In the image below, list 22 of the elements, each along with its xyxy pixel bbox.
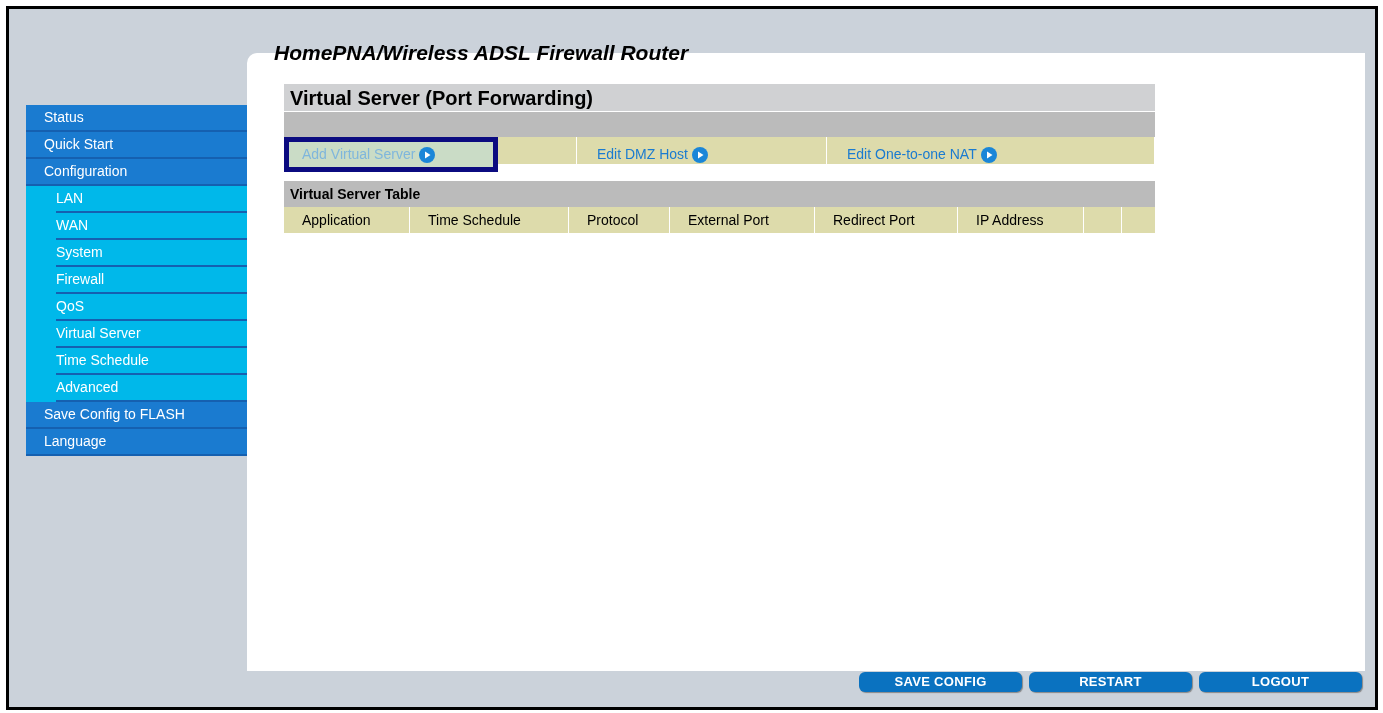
column-header: Application (284, 207, 410, 233)
page-title: Virtual Server (Port Forwarding) (284, 84, 1155, 111)
footer-button[interactable]: LOGOUT (1199, 672, 1362, 692)
action-link[interactable]: Edit One-to-one NAT (827, 137, 997, 172)
footer-button[interactable]: SAVE CONFIG (859, 672, 1022, 692)
column-header: Time Schedule (410, 207, 569, 233)
column-header: Redirect Port (815, 207, 958, 233)
play-icon (692, 146, 708, 163)
nav-item[interactable]: Language (26, 429, 247, 456)
column-header: Protocol (569, 207, 670, 233)
nav-item[interactable]: Quick Start (26, 132, 247, 159)
nav-item[interactable]: Configuration (26, 159, 247, 186)
footer-button[interactable]: RESTART (1029, 672, 1192, 692)
action-link[interactable]: Edit DMZ Host (577, 137, 708, 172)
column-header: IP Address (958, 207, 1084, 233)
nav-item[interactable]: Save Config to FLASH (26, 402, 247, 429)
play-icon (419, 146, 436, 163)
router-title: HomePNA/Wireless ADSL Firewall Router (274, 41, 689, 65)
table-title: Virtual Server Table (284, 181, 1155, 207)
play-icon (980, 146, 997, 163)
nav-item[interactable]: Status (26, 105, 247, 132)
column-header: External Port (670, 207, 815, 233)
